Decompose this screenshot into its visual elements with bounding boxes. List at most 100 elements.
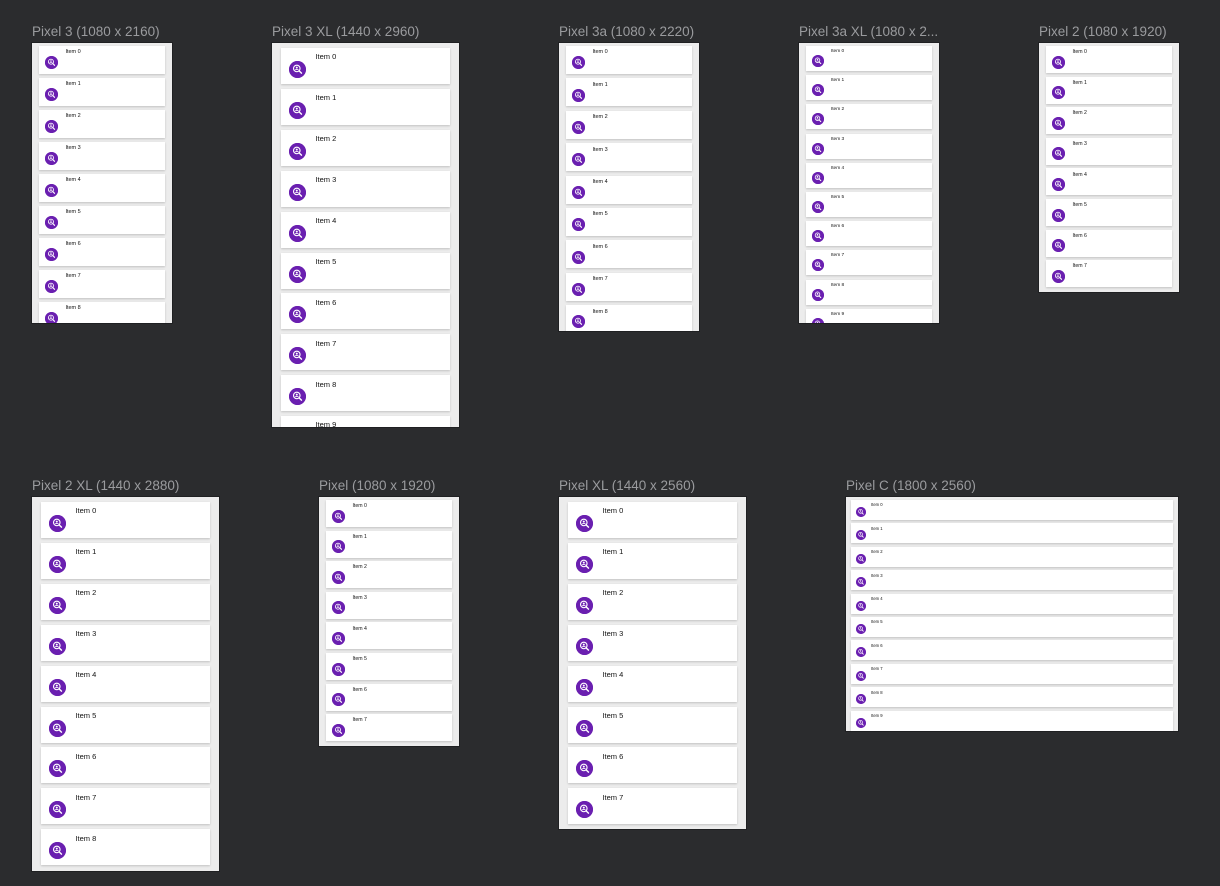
list-item[interactable]: Item 1 (568, 542, 737, 579)
list-item[interactable]: Item 1 (41, 542, 210, 579)
list-item[interactable]: Item 3 (326, 591, 452, 619)
list-item[interactable]: Item 7 (41, 788, 210, 825)
list-item[interactable]: Item 6 (851, 640, 1173, 661)
list-item[interactable]: Item 6 (39, 238, 165, 266)
list-item[interactable]: Item 7 (851, 663, 1173, 684)
list-item[interactable]: Item 8 (566, 305, 692, 331)
list-item[interactable]: Item 5 (851, 617, 1173, 637)
list-item-label: Item 4 (315, 215, 337, 225)
list-item[interactable]: Item 2 (566, 110, 692, 139)
list-item[interactable]: Item 7 (281, 334, 450, 371)
list-item[interactable]: Item 5 (1046, 199, 1172, 226)
list-item[interactable]: Item 6 (281, 293, 450, 330)
list-item[interactable]: Item 2 (41, 583, 210, 620)
list-item[interactable]: Item 0 (568, 502, 737, 538)
list-item[interactable]: Item 5 (566, 208, 692, 236)
list-item[interactable]: Item 3 (851, 570, 1173, 591)
list-item[interactable]: Item 1 (281, 88, 450, 125)
list-item[interactable]: Item 5 (41, 706, 210, 743)
list-item[interactable]: Item 5 (326, 653, 452, 680)
list-item[interactable]: Item 2 (39, 110, 165, 138)
list-item-label: Item 8 (592, 308, 608, 315)
list-item[interactable]: Item 8 (41, 829, 210, 866)
list-item[interactable]: Item 5 (281, 252, 450, 289)
list-item-label: Item 0 (65, 49, 81, 56)
list-item[interactable]: Item 8 (39, 302, 165, 323)
list-item[interactable]: Item 8 (806, 279, 932, 305)
list-item-label: Item 9 (315, 420, 337, 427)
list-item[interactable]: Item 7 (806, 250, 932, 276)
list-item[interactable]: Item 0 (41, 502, 210, 538)
list-item[interactable]: Item 2 (851, 546, 1173, 567)
list-item[interactable]: Item 4 (39, 174, 165, 202)
list-item[interactable]: Item 0 (1046, 46, 1172, 73)
list-item[interactable]: Item 5 (806, 192, 932, 217)
list-item[interactable]: Item 1 (851, 523, 1173, 544)
list-item[interactable]: Item 2 (568, 583, 737, 620)
list-item[interactable]: Item 4 (281, 211, 450, 248)
list-item[interactable]: Item 7 (1046, 260, 1172, 288)
list-item[interactable]: Item 8 (281, 375, 450, 412)
list-item[interactable]: Item 1 (806, 75, 932, 101)
device-preview-pixel-3[interactable]: Pixel 3 (1080 x 2160) Item 0 Item 1 Item 2I… (32, 24, 172, 323)
list-item[interactable]: Item 6 (566, 240, 692, 269)
list-item[interactable]: Item 1 (1046, 76, 1172, 104)
list-item[interactable]: Item 4 (1046, 168, 1172, 196)
device-preview-pixel-3a-xl[interactable]: Pixel 3a XL (1080 x 2... Item 0 Item 1 Item… (799, 24, 939, 323)
list-item[interactable]: Item 9 (851, 710, 1173, 731)
list-item[interactable]: Item 0 (851, 500, 1173, 520)
list-item[interactable]: Item 2 (1046, 107, 1172, 135)
list-item[interactable]: Item 6 (41, 747, 210, 784)
device-preview-pixel[interactable]: Pixel (1080 x 1920) Item 0 Item 1 Item 2 Ite… (319, 478, 459, 746)
device-preview-pixel-2[interactable]: Pixel 2 (1080 x 1920) Item 0 Item 1 Item 2I… (1039, 24, 1179, 292)
list-item[interactable]: Item 6 (1046, 229, 1172, 257)
device-preview-pixel-3-xl[interactable]: Pixel 3 XL (1440 x 2960) Item 0 Item 1 Item… (272, 24, 459, 427)
list-item[interactable]: Item 7 (566, 272, 692, 301)
list-item[interactable]: Item 2 (326, 561, 452, 589)
list-item[interactable]: Item 2 (281, 129, 450, 166)
list-item[interactable]: Item 0 (806, 46, 932, 71)
list-item[interactable]: Item 0 (326, 500, 452, 527)
list-item[interactable]: Item 3 (566, 143, 692, 172)
list-item[interactable]: Item 6 (326, 683, 452, 711)
list-item[interactable]: Item 7 (568, 788, 737, 825)
list-item[interactable]: Item 1 (566, 78, 692, 107)
list-item[interactable]: Item 3 (39, 142, 165, 170)
list-item[interactable]: Item 9 (281, 416, 450, 427)
list-item[interactable]: Item 7 (39, 270, 165, 298)
device-preview-pixel-c[interactable]: Pixel C (1800 x 2560) Item 0 Item 1 Item 2I… (846, 478, 1178, 731)
list-item[interactable]: Item 2 (806, 104, 932, 130)
list-item[interactable]: Item 6 (568, 747, 737, 784)
list-item[interactable]: Item 3 (281, 170, 450, 207)
list-item[interactable]: Item 3 (1046, 137, 1172, 165)
list-item[interactable]: Item 5 (568, 706, 737, 743)
list-item[interactable]: Item 8 (851, 687, 1173, 708)
list-item-label: Item 7 (315, 338, 337, 348)
list-item[interactable]: Item 5 (39, 206, 165, 234)
list-item[interactable]: Item 4 (806, 162, 932, 188)
list-item[interactable]: Item 6 (806, 221, 932, 247)
search-person-icon (855, 624, 866, 634)
list-item-label: Item 4 (352, 625, 367, 632)
list-item[interactable]: Item 1 (326, 530, 452, 558)
list-item[interactable]: Item 3 (568, 624, 737, 661)
list-item-label: Item 5 (65, 209, 81, 216)
list-item[interactable]: Item 0 (39, 46, 165, 74)
search-person-icon (812, 55, 825, 67)
list-item[interactable]: Item 4 (326, 622, 452, 650)
list-item[interactable]: Item 4 (568, 665, 737, 702)
list-item[interactable]: Item 0 (281, 48, 450, 84)
list-item-label: Item 1 (315, 93, 337, 103)
device-preview-pixel-3a[interactable]: Pixel 3a (1080 x 2220) Item 0 Item 1 Item 2… (559, 24, 699, 331)
device-preview-pixel-2-xl[interactable]: Pixel 2 XL (1440 x 2880) Item 0 Item 1 Item… (32, 478, 219, 871)
list-item[interactable]: Item 4 (41, 665, 210, 702)
list-item[interactable]: Item 0 (566, 46, 692, 74)
list-item[interactable]: Item 9 (806, 308, 932, 323)
list-item[interactable]: Item 4 (566, 175, 692, 204)
list-item[interactable]: Item 1 (39, 78, 165, 106)
list-item[interactable]: Item 4 (851, 593, 1173, 614)
list-item[interactable]: Item 3 (806, 133, 932, 159)
device-preview-pixel-xl[interactable]: Pixel XL (1440 x 2560) Item 0 Item 1 Item 2… (559, 478, 746, 829)
list-item[interactable]: Item 3 (41, 624, 210, 661)
list-item[interactable]: Item 7 (326, 714, 452, 742)
